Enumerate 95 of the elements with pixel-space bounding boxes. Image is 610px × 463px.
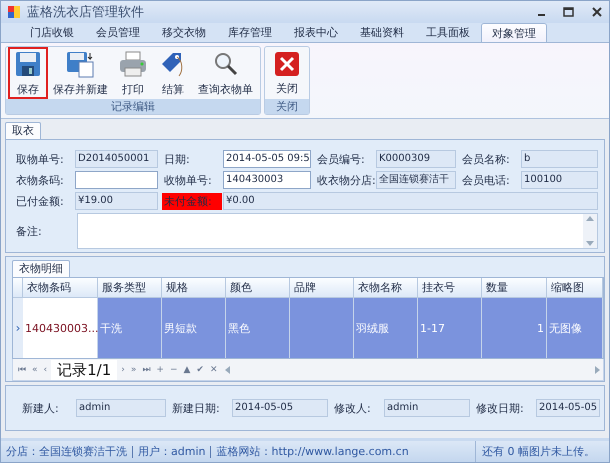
field-label: 已付金额: <box>15 194 65 208</box>
maximize-icon[interactable] <box>563 7 575 17</box>
field-label: 修改人: <box>333 400 372 416</box>
input-field[interactable]: ¥19.00 <box>75 192 158 210</box>
field-label: 会员电话: <box>461 172 511 188</box>
scroll-left-icon[interactable] <box>224 366 230 374</box>
field-label: 新建人: <box>21 400 60 416</box>
ribbon-tab[interactable]: 报表中心 <box>283 23 349 42</box>
table-cell: 无图像 <box>547 298 603 358</box>
input-field[interactable]: D2014050001 <box>75 150 158 168</box>
field-label: 衣物条码: <box>15 172 65 188</box>
input-field[interactable]: 140430003 <box>223 171 311 189</box>
table-cell: 羽绒服 <box>354 298 418 358</box>
field-label: 收衣物分店: <box>316 172 375 188</box>
table-cell: 男短款 <box>162 298 226 358</box>
field-label: 取物单号: <box>15 152 65 166</box>
field-label: 会员编号: <box>316 152 366 166</box>
details-tab[interactable]: 衣物明细 <box>12 260 70 277</box>
column-header: 缩略图 <box>547 278 603 298</box>
toolbar-button[interactable]: 查询衣物单 <box>193 47 258 99</box>
input-field: admin <box>76 399 166 417</box>
toolbar-button[interactable]: 打印 <box>113 47 153 99</box>
column-header: 衣物条码 <box>23 278 98 298</box>
record-counter: 记录1/1 <box>51 360 118 380</box>
input-field: 2014-05-05 <box>232 399 328 417</box>
nav-button[interactable]: ✕ <box>208 364 220 374</box>
nav-button[interactable]: ⏭ <box>140 364 152 374</box>
table-cell: 140430003... <box>23 298 98 358</box>
group-label: 关闭 <box>265 99 309 114</box>
close-icon[interactable] <box>591 6 603 18</box>
scroll-down-icon[interactable] <box>586 241 594 246</box>
row-indicator: › <box>13 298 23 358</box>
form-tab[interactable]: 取衣 <box>5 122 41 139</box>
nav-button[interactable]: − <box>168 364 180 374</box>
column-header: 挂衣号 <box>418 278 482 298</box>
app-icon <box>7 5 21 19</box>
input-field[interactable]: ¥0.00 <box>223 192 598 210</box>
ribbon-tab[interactable]: 工具面板 <box>415 23 481 42</box>
scroll-up-icon[interactable] <box>586 216 594 221</box>
toolbar-button[interactable]: 关闭 <box>267 47 307 99</box>
ribbon-tab[interactable]: 会员管理 <box>85 23 151 42</box>
input-field[interactable]: 全国连锁赛洁干 <box>376 171 456 189</box>
field-label: 未付金额: <box>162 192 222 210</box>
column-header: 规格 <box>162 278 226 298</box>
field-label: 新建日期: <box>171 400 221 416</box>
status-text: 还有 0 幅图片未上传。 <box>475 441 609 462</box>
nav-button[interactable]: » <box>128 364 138 374</box>
ribbon-tab[interactable]: 门店收银 <box>19 23 85 42</box>
header-cell <box>13 278 23 298</box>
field-label: 收物单号: <box>163 172 213 188</box>
floppy-document-icon <box>66 50 96 78</box>
scroll-right-icon[interactable] <box>595 366 600 374</box>
ribbon-tab[interactable]: 对象管理 <box>481 23 547 42</box>
input-field: admin <box>384 399 470 417</box>
column-header: 服务类型 <box>98 278 162 298</box>
floppy-icon <box>14 50 42 78</box>
column-header: 颜色 <box>226 278 290 298</box>
input-field[interactable]: b <box>521 150 598 168</box>
field-label: 备注: <box>15 224 43 238</box>
printer-icon <box>118 50 148 78</box>
column-header: 衣物名称 <box>354 278 418 298</box>
group-label: 记录编辑 <box>6 99 260 114</box>
ribbon-tab[interactable]: 库存管理 <box>217 23 283 42</box>
nav-button[interactable]: › <box>119 364 127 374</box>
date-dropdown[interactable]: 2014-05-05 09:5 <box>223 150 311 168</box>
nav-button[interactable]: ▲ <box>181 364 192 374</box>
field-label: 修改日期: <box>475 400 525 416</box>
input-field[interactable] <box>75 171 158 189</box>
status-text: 用户：admin <box>133 446 212 458</box>
ribbon-tab[interactable]: 移交衣物 <box>151 23 217 42</box>
nav-button[interactable]: + <box>154 364 166 374</box>
input-field[interactable]: K0000309 <box>376 150 456 168</box>
toolbar-button[interactable]: 保存并新建 <box>48 47 113 99</box>
nav-button[interactable]: ‹ <box>42 364 50 374</box>
nav-button[interactable]: « <box>30 364 40 374</box>
column-header: 品牌 <box>290 278 354 298</box>
table-cell: 1-17 <box>418 298 482 358</box>
table-cell: 1 <box>482 298 547 358</box>
nav-button[interactable]: ✔ <box>194 364 206 374</box>
input-field[interactable]: 100100 <box>521 171 598 189</box>
status-text: 分店：全国连锁赛洁干洗 <box>1 446 133 458</box>
field-label: 日期: <box>163 152 191 166</box>
nav-button[interactable]: ⏮ <box>16 364 28 374</box>
table-cell: 干洗 <box>98 298 162 358</box>
field-label: 会员名称: <box>461 152 511 166</box>
ribbon-tab[interactable]: 基础资料 <box>349 23 415 42</box>
close-icon <box>274 50 300 76</box>
table-cell: 黑色 <box>226 298 290 358</box>
input-field: 2014-05-05 <box>536 399 600 417</box>
remark-field[interactable] <box>77 213 598 249</box>
toolbar-button[interactable]: 结算 <box>153 47 193 99</box>
status-text: 蓝格网站：http://www.lange.com.cn <box>215 446 410 458</box>
column-header: 数量 <box>482 278 547 298</box>
window-title: 蓝格洗衣店管理软件 <box>27 4 145 21</box>
toolbar-button[interactable]: 保存 <box>8 47 48 99</box>
